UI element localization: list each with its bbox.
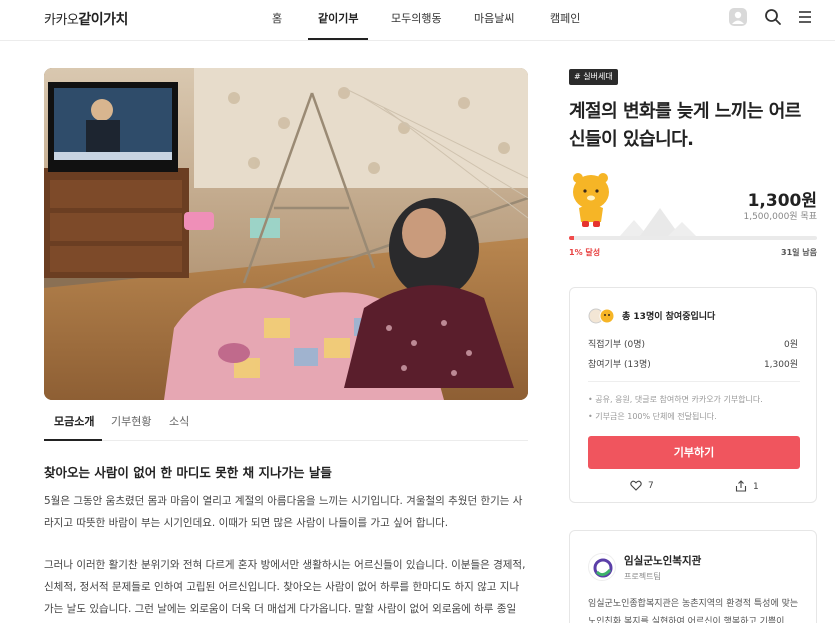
participant-avatars — [588, 308, 618, 324]
article-paragraph-2: 그러나 이러한 활기찬 분위기와 전혀 다르게 혼자 방에서만 생활하시는 어르… — [44, 559, 526, 615]
share-button[interactable]: 1 — [735, 480, 759, 492]
logo[interactable]: 카카오같이가치 — [44, 9, 128, 29]
donation-note-2: • 기부금은 100% 단체에 전달됩니다. — [588, 412, 717, 421]
nav-active-indicator — [308, 38, 368, 40]
tab-donation-status[interactable]: 기부현황 — [111, 413, 151, 429]
tab-intro[interactable]: 모금소개 — [54, 413, 94, 429]
share-icon — [735, 480, 753, 492]
participant-count: 총 13명이 참여중입니다 — [622, 312, 716, 322]
campaign-main-image — [44, 68, 528, 400]
like-button[interactable]: 7 — [630, 480, 654, 491]
menu-icon[interactable] — [797, 8, 817, 28]
donation-summary-card: 총 13명이 참여중입니다 직접기부 (0명) 0원 참여기부 (13명) 1,… — [569, 287, 817, 503]
like-count: 7 — [648, 481, 654, 491]
organization-card[interactable]: 임실군노인복지관 프로젝트팀 임실군노인종합복지관은 농촌지역의 환경적 특성에… — [569, 530, 817, 623]
divider — [588, 381, 800, 382]
join-donation-value: 1,300원 — [763, 360, 798, 370]
donation-note-1: • 공유, 응원, 댓글로 참여하면 카카오가 기부합니다. — [588, 395, 763, 404]
donate-button[interactable]: 기부하기 — [588, 436, 800, 469]
article-title: 찾아오는 사람이 없어 한 마디도 못한 채 지나가는 날들 — [44, 465, 332, 480]
avatar-icon[interactable] — [729, 8, 749, 28]
progress-fill — [569, 236, 574, 240]
goal-amount: 1,500,000원 목표 — [743, 212, 817, 222]
nav-everyone-action[interactable]: 모두의행동 — [391, 10, 442, 26]
organization-description: 임실군노인종합복지관은 농촌지역의 환경적 특성에 맞는 노인친화 복지를 실현… — [588, 599, 799, 623]
nav-home[interactable]: 홈 — [272, 10, 282, 26]
article-paragraph-1: 5월은 그동안 움츠렸던 몸과 마음이 열리고 계절의 아름다움을 느끼는 시기… — [44, 495, 523, 529]
share-count: 1 — [753, 482, 759, 492]
content-tabs: 모금소개 기부현황 소식 — [44, 404, 528, 441]
days-left: 31일 남음 — [781, 248, 817, 257]
top-header: 카카오같이가치 홈 같이기부 모두의행동 마음날씨 캠페인 — [0, 0, 835, 41]
search-icon[interactable] — [764, 8, 784, 28]
campaign-title: 계절의 변화를 늦게 느끼는 어르신들이 있습니다. — [569, 101, 801, 150]
organization-team: 프로젝트팀 — [624, 572, 661, 581]
join-donation-label: 참여기부 (13명) — [588, 360, 651, 370]
progress-percent: 1% 달성 — [569, 248, 601, 257]
tab-news[interactable]: 소식 — [169, 413, 189, 429]
progress-bar — [569, 236, 817, 240]
direct-donation-label: 직접기부 (0명) — [588, 340, 646, 350]
raised-amount: 1,300원 — [747, 191, 817, 211]
nav-campaign[interactable]: 캠페인 — [550, 10, 580, 26]
organization-logo — [588, 553, 616, 581]
logo-bold: 같이가치 — [78, 12, 128, 28]
heart-icon — [630, 480, 648, 491]
logo-prefix: 카카오 — [44, 13, 79, 28]
mascot-character — [569, 172, 613, 228]
progress-mountains — [620, 206, 730, 236]
tab-active-indicator — [44, 439, 102, 441]
nav-mind-weather[interactable]: 마음날씨 — [474, 10, 514, 26]
nav-together-donate[interactable]: 같이기부 — [318, 10, 358, 26]
organization-name[interactable]: 임실군노인복지관 — [624, 553, 701, 568]
category-tag[interactable]: # 실버세대 — [569, 69, 618, 85]
direct-donation-value: 0원 — [783, 340, 798, 350]
